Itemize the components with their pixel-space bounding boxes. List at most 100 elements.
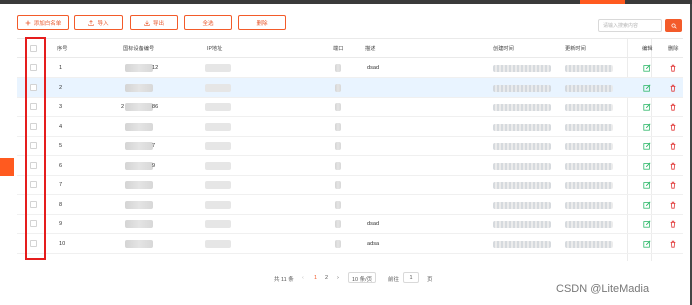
- device-code-redacted: [125, 239, 153, 248]
- edit-icon[interactable]: [643, 122, 651, 131]
- table-row[interactable]: 7: [17, 175, 683, 195]
- side-collapse-tab[interactable]: [0, 158, 14, 176]
- row-index: 3: [59, 104, 63, 110]
- device-code-redacted: [125, 83, 153, 92]
- port-redacted: [335, 83, 341, 92]
- row-description: adsa: [367, 240, 380, 247]
- device-code-tail: 7: [152, 143, 156, 149]
- port-redacted: [335, 122, 341, 131]
- created-time-redacted: [493, 65, 551, 72]
- trash-icon[interactable]: [669, 240, 677, 248]
- trash-icon[interactable]: [669, 142, 677, 150]
- table-row[interactable]: 1 12 dsad: [17, 58, 683, 78]
- table-row[interactable]: 8: [17, 195, 683, 215]
- select-all-button[interactable]: 全选: [184, 15, 232, 30]
- updated-time-redacted: [565, 123, 613, 131]
- trash-icon[interactable]: [669, 220, 677, 228]
- header-edit: 编辑: [642, 46, 653, 52]
- trash-icon[interactable]: [669, 123, 677, 131]
- edit-icon[interactable]: [643, 239, 651, 248]
- page-size-select[interactable]: 10 条/页: [348, 272, 377, 283]
- search-placeholder: 请输入搜索内容: [603, 23, 639, 29]
- trash-icon[interactable]: [669, 84, 677, 92]
- edit-icon[interactable]: [643, 181, 651, 189]
- pager-page-2[interactable]: 2: [325, 275, 328, 281]
- trash-icon[interactable]: [669, 64, 677, 72]
- row-index: 6: [59, 162, 63, 169]
- ip-redacted: [205, 122, 231, 131]
- delete-button[interactable]: 删除: [238, 15, 286, 30]
- created-time-redacted: [493, 201, 551, 209]
- header-port: 端口: [333, 46, 344, 52]
- trash-icon[interactable]: [669, 103, 677, 111]
- table-row[interactable]: 69: [17, 156, 683, 176]
- pager-prev[interactable]: ‹: [302, 275, 304, 281]
- header-index: 序号: [57, 46, 68, 52]
- port-redacted: [335, 239, 341, 248]
- ip-redacted: [205, 200, 231, 209]
- edit-icon[interactable]: [643, 161, 651, 170]
- row-index: 1: [59, 65, 63, 71]
- ip-redacted: [205, 220, 231, 228]
- edit-icon[interactable]: [643, 64, 651, 72]
- add-whitelist-button[interactable]: 添加白名单: [17, 15, 69, 30]
- table-row[interactable]: 57: [17, 136, 683, 156]
- import-label: 导入: [97, 20, 109, 27]
- edit-icon[interactable]: [643, 142, 651, 150]
- export-button[interactable]: 导出: [130, 15, 178, 30]
- trash-icon[interactable]: [669, 181, 677, 189]
- import-button[interactable]: 导入: [74, 15, 123, 30]
- row-index: 2: [59, 84, 63, 91]
- table-row[interactable]: 2: [17, 77, 683, 98]
- edit-icon[interactable]: [643, 103, 651, 111]
- toolbar: 添加白名单 导入 导出 全选 删除 请输入搜索内容: [15, 15, 685, 32]
- device-code-tail: 12: [152, 65, 159, 71]
- ip-redacted: [205, 83, 231, 92]
- port-redacted: [335, 181, 341, 189]
- row-description: dsad: [367, 65, 380, 71]
- updated-time-redacted: [565, 84, 613, 92]
- pager-goto-input[interactable]: 1: [403, 272, 419, 283]
- updated-time-redacted: [565, 65, 613, 72]
- created-time-redacted: [493, 240, 551, 248]
- edit-icon[interactable]: [643, 200, 651, 209]
- header-created: 创建时间: [493, 46, 514, 52]
- trash-icon[interactable]: [669, 162, 677, 170]
- whitelist-table: 序号 国标设备编号 IP地址 端口 描述 创建时间 更新时间 编辑 删除 1 12…: [17, 38, 683, 261]
- device-code-tail: 86: [152, 104, 159, 110]
- whitelist-panel: 添加白名单 导入 导出 全选 删除 请输入搜索内容 序号 国标设备编号 IP地址…: [15, 10, 685, 305]
- updated-time-redacted: [565, 162, 613, 170]
- plus-icon: [25, 20, 31, 25]
- ip-redacted: [205, 103, 231, 111]
- created-time-redacted: [493, 143, 551, 150]
- device-code-redacted: [125, 220, 153, 228]
- port-redacted: [335, 200, 341, 209]
- download-icon: [144, 20, 150, 26]
- device-code-head: 2: [121, 104, 125, 110]
- table-row[interactable]: 10 adsa: [17, 234, 683, 254]
- edit-icon[interactable]: [643, 220, 651, 228]
- device-code-redacted: [125, 103, 153, 111]
- device-code-redacted: [125, 161, 153, 170]
- search-input[interactable]: 请输入搜索内容: [598, 19, 662, 32]
- upload-icon: [88, 19, 95, 26]
- port-redacted: [335, 103, 341, 111]
- device-code-redacted: [125, 142, 153, 150]
- header-description: 描述: [365, 46, 376, 52]
- updated-time-redacted: [565, 201, 613, 209]
- updated-time-redacted: [565, 221, 613, 228]
- select-all-label: 全选: [202, 20, 214, 27]
- pager-page-1[interactable]: 1: [314, 275, 317, 281]
- updated-time-redacted: [565, 143, 613, 150]
- watermark: CSDN @LiteMadia: [556, 283, 650, 295]
- pager-next[interactable]: ›: [337, 275, 339, 281]
- table-row[interactable]: 9 dsad: [17, 214, 683, 234]
- trash-icon[interactable]: [669, 201, 677, 209]
- edit-icon[interactable]: [643, 83, 651, 92]
- search-button[interactable]: [665, 19, 682, 32]
- table-row[interactable]: 3 2 86: [17, 97, 683, 117]
- row-index: 9: [59, 221, 63, 227]
- device-code-redacted: [125, 64, 153, 72]
- table-row[interactable]: 4: [17, 117, 683, 137]
- port-redacted: [335, 161, 341, 170]
